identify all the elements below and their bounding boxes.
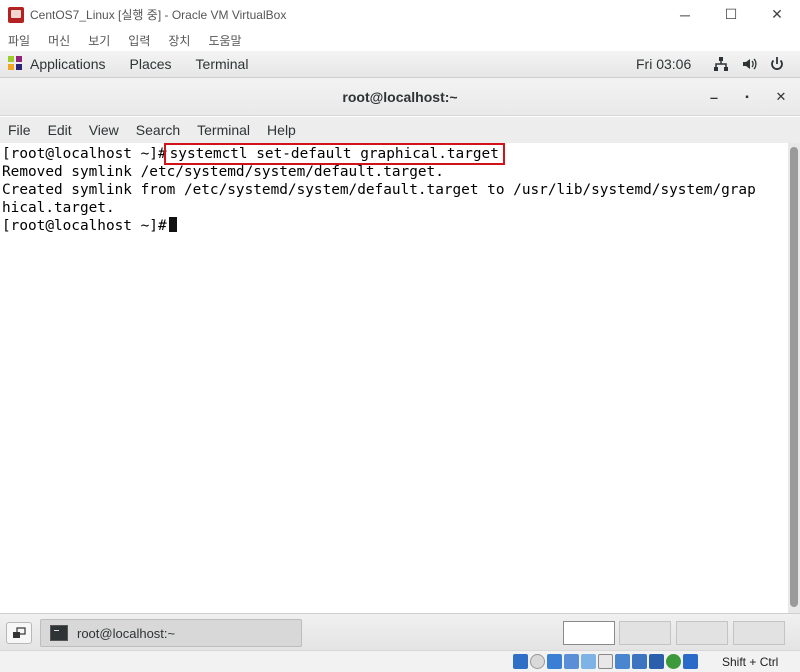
highlighted-command: systemctl set-default graphical.target [163, 143, 505, 165]
system-status-area[interactable] [702, 55, 786, 73]
terminal-output[interactable]: [root@localhost ~]# systemctl set-default… [0, 143, 788, 613]
vbox-menu-machine[interactable]: 머신 [48, 32, 70, 49]
keyboard-capture-icon[interactable] [683, 654, 698, 669]
taskbar-terminal-button[interactable]: root@localhost:~ [40, 619, 302, 647]
terminal-app-menu[interactable]: Terminal [196, 56, 249, 72]
text-cursor [168, 217, 177, 232]
terminal-menu-terminal[interactable]: Terminal [197, 122, 250, 138]
cpu-icon[interactable] [649, 654, 664, 669]
terminal-window-title: root@localhost:~ [342, 89, 458, 105]
terminal-menu-help[interactable]: Help [267, 122, 296, 138]
vbox-window-title: CentOS7_Linux [실행 중] - Oracle VM Virtual… [30, 8, 287, 22]
terminal-scrollbar[interactable] [788, 143, 800, 613]
network-adapter-icon[interactable] [564, 654, 579, 669]
terminal-menu-view[interactable]: View [89, 122, 119, 138]
workspace-4[interactable] [733, 621, 785, 645]
clock[interactable]: Fri 03:06 [636, 56, 691, 72]
terminal-line: [root@localhost ~]# systemctl set-default… [2, 143, 788, 165]
terminal-menu-search[interactable]: Search [136, 122, 180, 138]
recording-icon[interactable] [632, 654, 647, 669]
show-desktop-button[interactable] [6, 622, 32, 644]
hard-disk-icon[interactable] [513, 654, 528, 669]
vbox-menu-bar: 파일 머신 보기 입력 장치 도움말 [0, 29, 800, 51]
vbox-menu-file[interactable]: 파일 [8, 32, 30, 49]
vbox-menu-view[interactable]: 보기 [88, 32, 110, 49]
vbox-minimize-button[interactable]: ─ [662, 0, 708, 29]
vbox-menu-input[interactable]: 입력 [128, 32, 150, 49]
places-menu[interactable]: Places [130, 56, 172, 72]
terminal-menu-edit[interactable]: Edit [48, 122, 72, 138]
volume-icon [740, 55, 758, 73]
optical-drive-icon[interactable] [530, 654, 545, 669]
terminal-maximize-button[interactable]: ▪ [737, 87, 757, 107]
terminal-line: Removed symlink /etc/systemd/system/defa… [2, 164, 444, 180]
applications-label: Applications [30, 56, 106, 72]
terminal-line: Created symlink from /etc/systemd/system… [2, 182, 756, 198]
gnome-top-bar: Applications Places Terminal Fri 03:06 [0, 51, 800, 78]
vbox-menu-help[interactable]: 도움말 [208, 32, 241, 49]
vbox-menu-devices[interactable]: 장치 [168, 32, 190, 49]
taskbar-terminal-label: root@localhost:~ [77, 625, 176, 641]
prompt: [root@localhost ~]# [2, 218, 167, 234]
shared-folders-icon[interactable] [598, 654, 613, 669]
terminal-line: [root@localhost ~]# [2, 217, 788, 235]
gnome-bottom-panel: root@localhost:~ [0, 613, 800, 650]
virtualbox-logo-icon [8, 6, 24, 23]
terminal-minimize-button[interactable]: ‒ [704, 87, 724, 107]
scrollbar-thumb[interactable] [790, 147, 798, 607]
mouse-integration-icon[interactable] [666, 654, 681, 669]
usb-icon[interactable] [581, 654, 596, 669]
vbox-close-button[interactable]: ✕ [754, 0, 800, 29]
display-icon[interactable] [615, 654, 630, 669]
audio-icon[interactable] [547, 654, 562, 669]
vbox-title-bar: CentOS7_Linux [실행 중] - Oracle VM Virtual… [0, 0, 800, 29]
applications-menu[interactable]: Applications [0, 56, 130, 72]
terminal-menu-bar: File Edit View Search Terminal Help [0, 117, 800, 143]
workspace-2[interactable] [619, 621, 671, 645]
terminal-icon [50, 625, 68, 641]
terminal-menu-file[interactable]: File [8, 122, 31, 138]
vbox-status-bar: Shift + Ctrl [0, 650, 800, 672]
terminal-close-button[interactable]: ✕ [771, 87, 791, 107]
network-icon [712, 55, 730, 73]
terminal-header-bar[interactable]: root@localhost:~ ‒ ▪ ✕ [0, 78, 800, 116]
prompt: [root@localhost ~]# [2, 146, 167, 162]
workspace-1[interactable] [563, 621, 615, 645]
power-icon [768, 55, 786, 73]
centos-logo-icon [8, 56, 24, 72]
show-desktop-icon [13, 627, 26, 638]
host-key-label: Shift + Ctrl [722, 655, 779, 669]
workspace-3[interactable] [676, 621, 728, 645]
vbox-maximize-button[interactable]: ☐ [708, 0, 754, 29]
terminal-line: hical.target. [2, 200, 115, 216]
